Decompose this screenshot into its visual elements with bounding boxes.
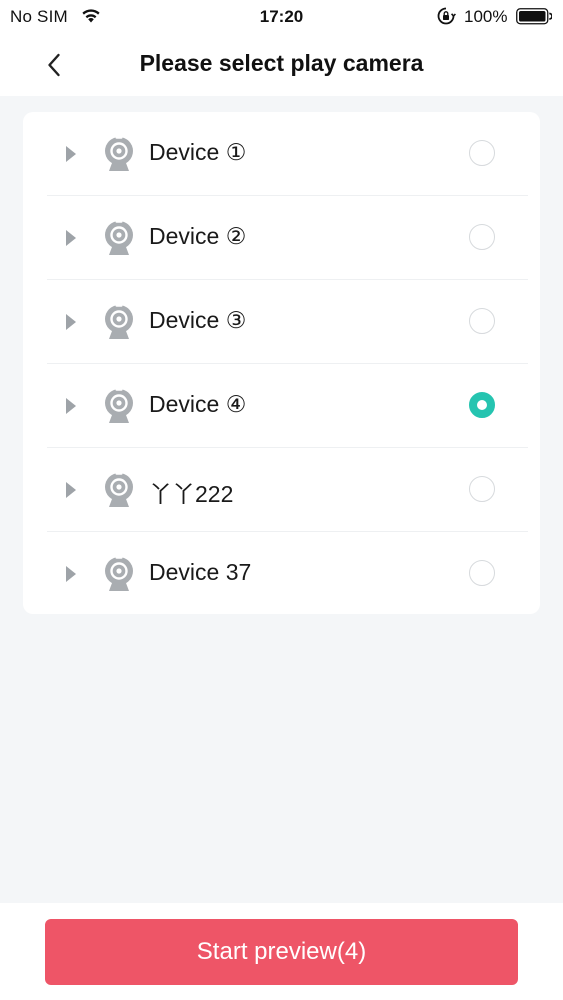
device-row[interactable]: Device ④ [23,364,540,448]
status-bar: No SIM 17:20 100% [0,0,563,34]
bottom-action-bar: Start preview(4) [0,903,563,1000]
device-name: 丫丫222 [149,481,234,507]
device-row[interactable]: 丫丫222 [23,448,540,532]
radio-button[interactable] [469,308,495,334]
radio-button[interactable] [469,476,495,502]
radio-button[interactable] [469,140,495,166]
device-name: Device ④ [149,391,247,417]
navigation-bar: Please select play camera [0,34,563,96]
expand-triangle-icon[interactable] [63,480,79,500]
device-name: Device ① [149,139,247,165]
device-row[interactable]: Device ① [23,112,540,196]
battery-icon [516,8,553,30]
device-name: Device ② [149,223,247,249]
expand-triangle-icon[interactable] [63,396,79,416]
radio-button-selected[interactable] [469,392,495,418]
device-row[interactable]: Device 37 [23,532,540,616]
expand-triangle-icon[interactable] [63,228,79,248]
expand-triangle-icon[interactable] [63,564,79,584]
device-row[interactable]: Device ② [23,196,540,280]
radio-button[interactable] [469,560,495,586]
device-list: Device ① Device ② Device ③ Device ④ 丫丫22… [23,112,540,614]
battery-percent: 100% [464,7,508,26]
camera-icon [101,303,137,341]
device-row[interactable]: Device ③ [23,280,540,364]
radio-button[interactable] [469,224,495,250]
camera-icon [101,471,137,509]
camera-icon [101,387,137,425]
device-name: Device ③ [149,307,247,333]
camera-icon [101,135,137,173]
expand-triangle-icon[interactable] [63,144,79,164]
rotation-lock-icon [436,6,456,31]
page-title: Please select play camera [139,50,424,76]
start-preview-button[interactable]: Start preview(4) [45,919,518,985]
camera-icon [101,555,137,593]
expand-triangle-icon[interactable] [63,312,79,332]
device-name: Device 37 [149,559,252,585]
camera-icon [101,219,137,257]
